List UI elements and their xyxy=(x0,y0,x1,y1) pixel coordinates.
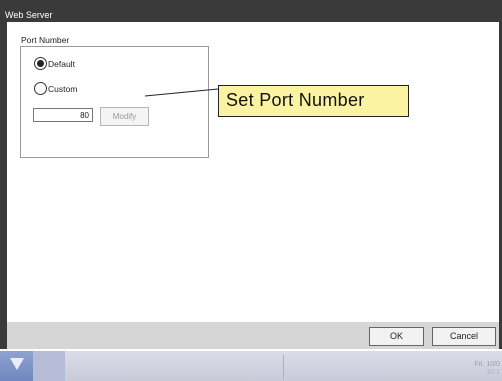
taskbar: Fri. 10/0 10:1 xyxy=(0,351,502,381)
callout-box: Set Port Number xyxy=(218,85,409,117)
callout-text: Set Port Number xyxy=(226,90,365,110)
clock-date: Fri. 10/0 xyxy=(474,361,500,368)
start-button[interactable] xyxy=(0,351,33,381)
down-arrow-icon xyxy=(10,358,24,370)
cancel-button[interactable]: Cancel xyxy=(432,327,496,346)
taskbar-segment[interactable] xyxy=(33,351,65,381)
dialog-footer: OK Cancel xyxy=(7,322,499,349)
ok-button[interactable]: OK xyxy=(369,327,424,346)
taskbar-divider xyxy=(283,355,284,379)
taskbar-clock: Fri. 10/0 10:1 xyxy=(474,361,500,377)
clock-time: 10:1 xyxy=(486,369,500,376)
web-server-window: Web Server Port Number Default Custom Mo… xyxy=(0,0,502,349)
